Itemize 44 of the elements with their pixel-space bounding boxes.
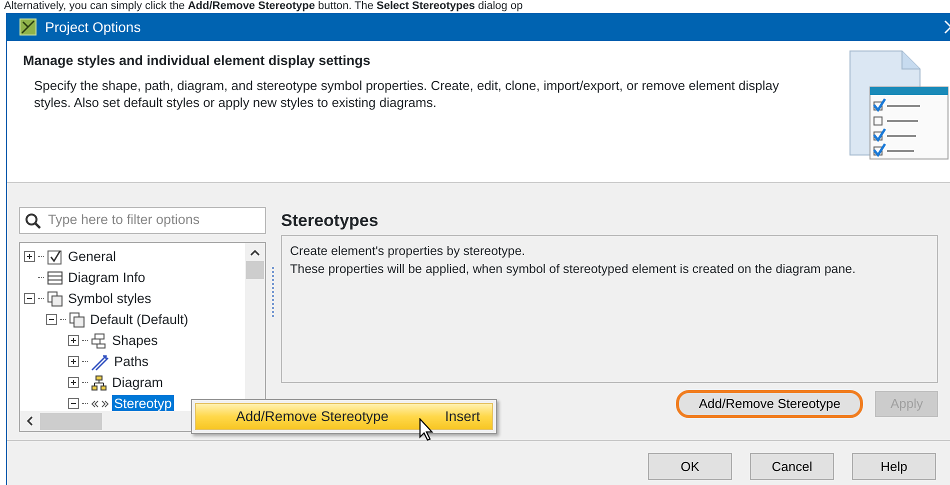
splitter-handle[interactable] xyxy=(272,267,275,317)
header-description: Specify the shape, path, diagram, and stereotype symbol properties. Create, edit, clone, import/export, or remove element display styles. Also set default styles or apply new styles to existing diagrams. xyxy=(34,77,779,112)
tree-item[interactable]: Symbol styles xyxy=(66,290,154,308)
panel-title: Stereotypes xyxy=(281,210,380,232)
collapse-icon[interactable] xyxy=(46,314,57,325)
description-text: Create element's properties by stereotype. xyxy=(290,243,526,260)
checkbox-icon xyxy=(47,248,63,264)
paths-icon xyxy=(91,352,109,370)
collapse-icon[interactable] xyxy=(24,293,35,304)
tree-item[interactable]: Paths xyxy=(112,352,151,370)
tree-item[interactable]: Diagram xyxy=(110,374,166,392)
expand-icon[interactable] xyxy=(24,251,35,262)
scroll-left-icon[interactable] xyxy=(26,416,34,426)
app-icon xyxy=(19,18,37,36)
caption-text: Alternatively, you can simply click the Add/Remove Stereotype button. The Select Stereotypes dialog op xyxy=(3,0,524,13)
tree-item[interactable]: Stereotyp xyxy=(112,394,174,411)
scroll-up-icon[interactable] xyxy=(250,249,260,257)
expand-icon[interactable] xyxy=(68,356,79,367)
menu-item[interactable]: Add/Remove Stereotype Insert xyxy=(195,403,493,430)
description-text: These properties will be applied, when symbol of stereotyped element is created on the diagram pane. xyxy=(290,261,857,278)
list-icon xyxy=(47,270,63,286)
tree-item[interactable]: Default (Default) xyxy=(88,310,190,328)
panel-button[interactable]: Add/Remove Stereotype xyxy=(676,390,864,418)
stacked-pages-icon xyxy=(69,312,85,328)
dialog-button[interactable]: Cancel xyxy=(750,453,834,480)
dialog-button[interactable]: Help xyxy=(852,453,936,480)
scroll-thumb[interactable] xyxy=(40,412,102,430)
tree-item[interactable]: General xyxy=(66,248,118,266)
collapse-icon[interactable] xyxy=(68,398,79,409)
scroll-thumb[interactable] xyxy=(246,261,264,279)
filter-field[interactable]: Type here to filter options xyxy=(19,207,266,234)
hierarchy-icon xyxy=(91,374,107,390)
window-title: Project Options xyxy=(45,18,141,37)
mouse-cursor-icon xyxy=(419,418,435,442)
tree-item[interactable]: Shapes xyxy=(110,332,160,350)
guillemets-icon xyxy=(91,398,109,410)
dialog-button[interactable]: OK xyxy=(648,453,732,480)
shortcut-text: Insert xyxy=(444,407,480,426)
tree-item[interactable]: Diagram Info xyxy=(66,268,148,286)
shapes-icon xyxy=(91,332,107,348)
expand-icon[interactable] xyxy=(68,335,79,346)
stacked-pages-icon xyxy=(47,290,63,306)
expand-icon[interactable] xyxy=(68,377,79,388)
header-title: Manage styles and individual element display settings xyxy=(23,52,372,70)
